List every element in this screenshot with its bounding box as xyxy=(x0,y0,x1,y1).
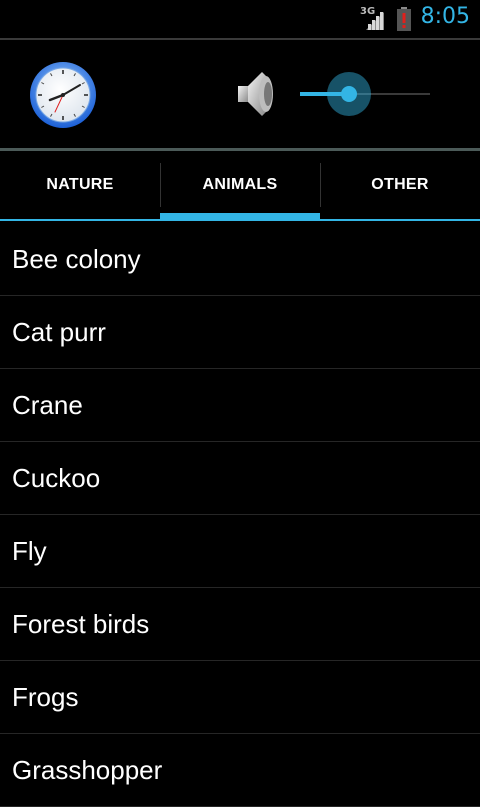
list-item-bee-colony[interactable]: Bee colony xyxy=(0,223,480,296)
list-item-forest-birds[interactable]: Forest birds xyxy=(0,588,480,661)
analog-clock-icon[interactable] xyxy=(28,60,98,130)
tab-animals[interactable]: ANIMALS xyxy=(160,151,320,221)
list-item-cuckoo[interactable]: Cuckoo xyxy=(0,442,480,515)
signal-icon xyxy=(366,12,384,30)
battery-indicator xyxy=(396,6,412,32)
status-bar: 3G 8:05 xyxy=(0,0,480,40)
battery-alert-icon xyxy=(397,7,411,31)
list-item-frogs[interactable]: Frogs xyxy=(0,661,480,734)
status-time: 8:05 xyxy=(420,4,470,29)
volume-slider[interactable] xyxy=(296,70,436,118)
playback-controls xyxy=(0,40,480,148)
tab-other[interactable]: OTHER xyxy=(320,151,480,219)
category-tabs: NATURE ANIMALS OTHER xyxy=(0,151,480,221)
tab-nature[interactable]: NATURE xyxy=(0,151,160,219)
list-item-cat-purr[interactable]: Cat purr xyxy=(0,296,480,369)
speaker-icon[interactable] xyxy=(236,68,278,120)
list-item-fly[interactable]: Fly xyxy=(0,515,480,588)
list-item-crane[interactable]: Crane xyxy=(0,369,480,442)
sound-list: Bee colony Cat purr Crane Cuckoo Fly For… xyxy=(0,223,480,807)
list-item-grasshopper[interactable]: Grasshopper xyxy=(0,734,480,807)
signal-indicator: 3G xyxy=(360,6,390,32)
